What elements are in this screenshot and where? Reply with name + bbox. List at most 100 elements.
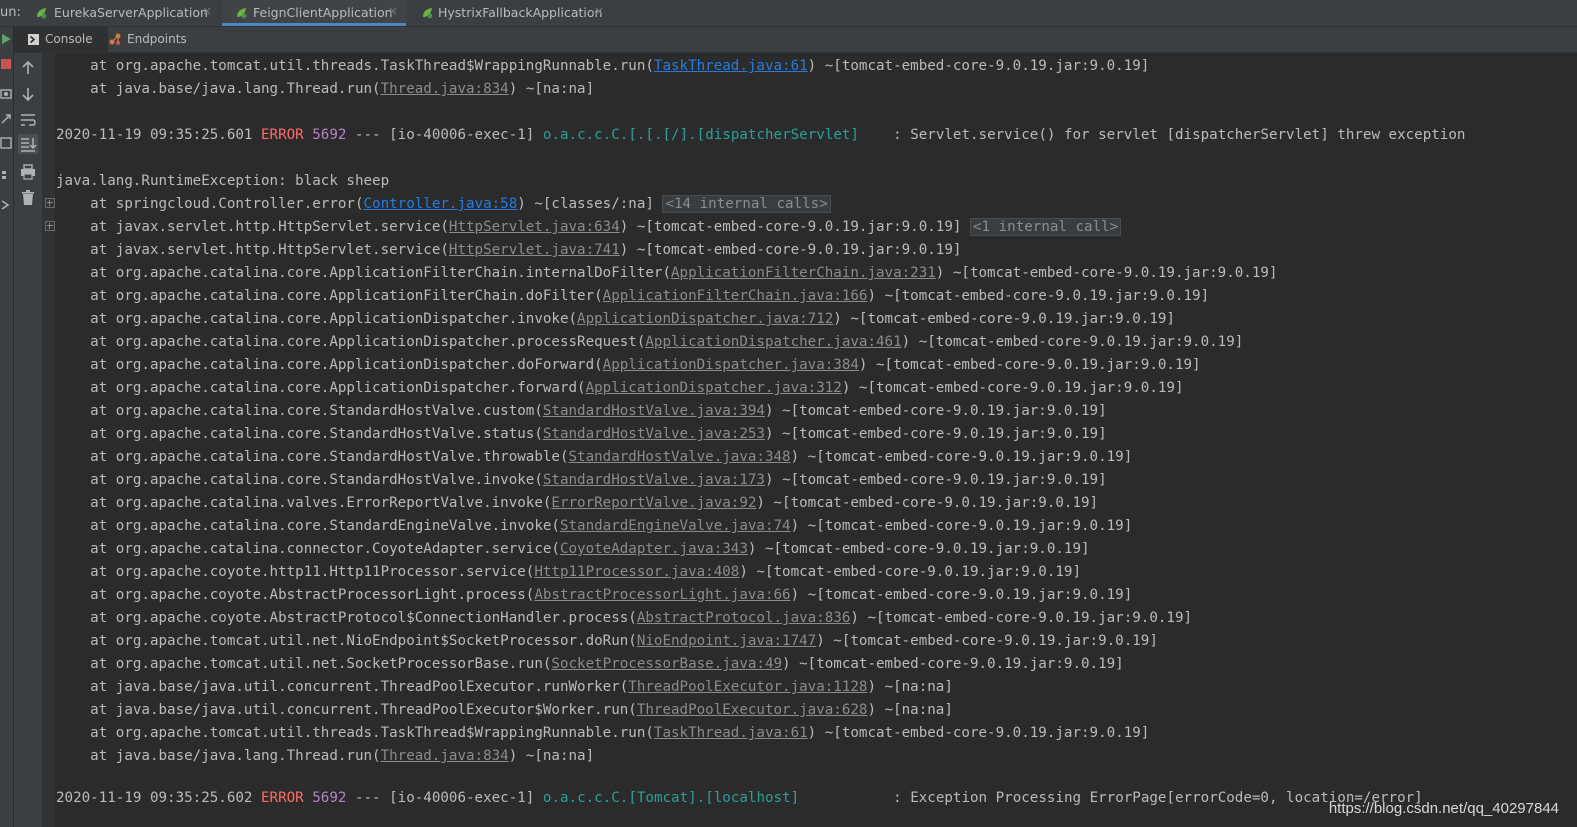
endpoints-icon	[109, 33, 121, 45]
layout-icon[interactable]	[0, 137, 12, 149]
stop-icon[interactable]	[1, 59, 11, 69]
close-icon[interactable]: ×	[594, 4, 604, 18]
stack-frame-line: at org.apache.tomcat.util.threads.TaskTh…	[56, 58, 1150, 74]
console-tab-bar: Console Endpoints	[14, 27, 1577, 53]
tab-console-label: Console	[45, 32, 93, 46]
tab-endpoints[interactable]: Endpoints	[108, 27, 208, 52]
source-link[interactable]: Controller.java:58	[364, 196, 518, 212]
exception-line: java.lang.RuntimeException: black sheep	[56, 173, 390, 189]
stack-frame-line: at org.apache.catalina.valves.ErrorRepor…	[56, 495, 1099, 511]
restore-layout-icon[interactable]	[0, 113, 12, 125]
source-link[interactable]: AbstractProtocol.java:836	[637, 610, 851, 626]
tab-label: FeignClientApplication	[253, 5, 393, 20]
source-link[interactable]: AbstractProcessorLight.java:66	[534, 587, 790, 603]
stack-frame-line: at org.apache.coyote.AbstractProcessorLi…	[56, 587, 1133, 603]
watermark: https://blog.csdn.net/qq_40297844	[1328, 800, 1559, 817]
console-toolbar	[14, 53, 42, 827]
stack-frame-line: at org.apache.catalina.core.StandardHost…	[56, 426, 1107, 442]
stack-frame-line: at org.apache.catalina.connector.CoyoteA…	[56, 541, 1090, 557]
source-link[interactable]: ApplicationDispatcher.java:461	[645, 334, 901, 350]
stack-frame-line: at org.apache.catalina.core.ApplicationD…	[56, 357, 1201, 373]
source-link[interactable]: TaskThread.java:61	[654, 58, 808, 74]
tab-feign-client[interactable]: FeignClientApplication ×	[222, 0, 406, 26]
tab-console[interactable]: Console	[14, 27, 108, 52]
run-toolbar: un: EurekaServerApplication × FeignClien…	[0, 0, 1577, 27]
stack-frame-line: at org.apache.catalina.core.StandardEngi…	[56, 518, 1133, 534]
source-link[interactable]: CoyoteAdapter.java:343	[560, 541, 748, 557]
trash-icon[interactable]	[18, 188, 38, 208]
stack-frame-line: at org.apache.catalina.core.StandardHost…	[56, 449, 1133, 465]
tab-label: EurekaServerApplication	[54, 5, 208, 20]
internal-calls-fold[interactable]: <14 internal calls>	[662, 195, 831, 213]
logger-name: o.a.c.c.C.[Tomcat].[localhost]	[542, 790, 800, 806]
source-link[interactable]: ApplicationFilterChain.java:166	[603, 288, 868, 304]
stack-frame-line: at org.apache.tomcat.util.threads.TaskTh…	[56, 725, 1150, 741]
process-id: 5692	[303, 127, 347, 143]
pin-icon[interactable]	[0, 169, 12, 181]
tab-endpoints-label: Endpoints	[127, 32, 187, 46]
source-link[interactable]: StandardHostValve.java:394	[543, 403, 765, 419]
close-icon[interactable]: ×	[202, 4, 212, 18]
stack-frame-line: at org.apache.catalina.core.ApplicationD…	[56, 334, 1244, 350]
process-id: 5692	[303, 790, 347, 806]
stack-frame-line: at javax.servlet.http.HttpServlet.servic…	[56, 216, 1122, 238]
stack-frame-line: at org.apache.catalina.core.StandardHost…	[56, 403, 1107, 419]
stack-frame-line: at java.base/java.util.concurrent.Thread…	[56, 702, 953, 718]
stack-frame-line: at java.base/java.lang.Thread.run(Thread…	[56, 748, 595, 764]
source-link[interactable]: Thread.java:834	[381, 748, 509, 764]
stack-frame-line: at org.apache.coyote.AbstractProtocol$Co…	[56, 610, 1193, 626]
source-link[interactable]: TaskThread.java:61	[654, 725, 808, 741]
scroll-to-end-icon[interactable]	[18, 134, 38, 154]
stack-frame-line: at org.apache.tomcat.util.net.NioEndpoin…	[56, 633, 1158, 649]
logger-name: o.a.c.c.C.[.[.[/].[dispatcherServlet]	[542, 127, 859, 143]
source-link[interactable]: StandardEngineValve.java:74	[560, 518, 791, 534]
arrow-up-icon[interactable]	[18, 58, 38, 78]
source-link[interactable]: ApplicationDispatcher.java:384	[603, 357, 859, 373]
source-link[interactable]: ThreadPoolExecutor.java:1128	[628, 679, 867, 695]
camera-icon[interactable]	[0, 87, 12, 99]
rerun-icon[interactable]	[1, 33, 12, 45]
source-link[interactable]: ErrorReportValve.java:92	[551, 495, 756, 511]
source-link[interactable]: StandardHostValve.java:348	[569, 449, 791, 465]
source-link[interactable]: Thread.java:834	[381, 81, 509, 97]
error-log-line: 2020-11-19 09:35:25.601 ERROR 5692 --- […	[56, 127, 1466, 143]
arrow-down-icon[interactable]	[18, 84, 38, 104]
source-link[interactable]: ApplicationDispatcher.java:312	[586, 380, 842, 396]
console-gutter	[42, 53, 55, 827]
timestamp: 2020-11-19 09:35:25.601	[56, 127, 261, 143]
print-icon[interactable]	[18, 162, 38, 182]
source-link[interactable]: NioEndpoint.java:1747	[637, 633, 816, 649]
timestamp: 2020-11-19 09:35:25.602	[56, 790, 261, 806]
left-action-strip	[0, 27, 14, 827]
close-icon[interactable]: ×	[388, 4, 398, 18]
expand-internal-calls-icon[interactable]	[45, 221, 55, 231]
console-output: at org.apache.tomcat.util.threads.TaskTh…	[56, 53, 1577, 827]
source-link[interactable]: SocketProcessorBase.java:49	[551, 656, 782, 672]
tab-label: HystrixFallbackApplication	[438, 5, 603, 20]
source-link[interactable]: ApplicationDispatcher.java:712	[577, 311, 833, 327]
spring-boot-icon	[37, 8, 47, 19]
soft-wrap-icon[interactable]	[18, 110, 38, 130]
stack-frame-line: at org.apache.catalina.core.StandardHost…	[56, 472, 1107, 488]
tab-eureka-server[interactable]: EurekaServerApplication ×	[34, 0, 214, 26]
stack-frame-line: at org.apache.tomcat.util.net.SocketProc…	[56, 656, 1124, 672]
source-link[interactable]: Http11Processor.java:408	[534, 564, 739, 580]
source-link[interactable]: StandardHostValve.java:173	[543, 472, 765, 488]
source-link[interactable]: HttpServlet.java:741	[449, 242, 620, 258]
log-message: : Servlet.service() for servlet [dispatc…	[858, 127, 1466, 143]
stack-frame-line: at org.apache.catalina.core.ApplicationF…	[56, 288, 1210, 304]
source-link[interactable]: HttpServlet.java:634	[449, 219, 620, 235]
stack-frame-line: at org.apache.coyote.http11.Http11Proces…	[56, 564, 1082, 580]
expand-internal-calls-icon[interactable]	[45, 198, 55, 208]
source-link[interactable]: ThreadPoolExecutor.java:628	[637, 702, 868, 718]
export-icon[interactable]	[0, 199, 12, 211]
spring-boot-icon	[237, 8, 247, 19]
stack-frame-line: at java.base/java.util.concurrent.Thread…	[56, 679, 953, 695]
stack-frame-line: at javax.servlet.http.HttpServlet.servic…	[56, 242, 962, 258]
source-link[interactable]: ApplicationFilterChain.java:231	[671, 265, 936, 281]
source-link[interactable]: StandardHostValve.java:253	[543, 426, 765, 442]
run-label: un:	[0, 5, 21, 20]
tab-hystrix-fallback[interactable]: HystrixFallbackApplication ×	[420, 0, 610, 26]
internal-calls-fold[interactable]: <1 internal call>	[969, 218, 1122, 236]
stack-frame-line: at org.apache.catalina.core.ApplicationD…	[56, 311, 1175, 327]
